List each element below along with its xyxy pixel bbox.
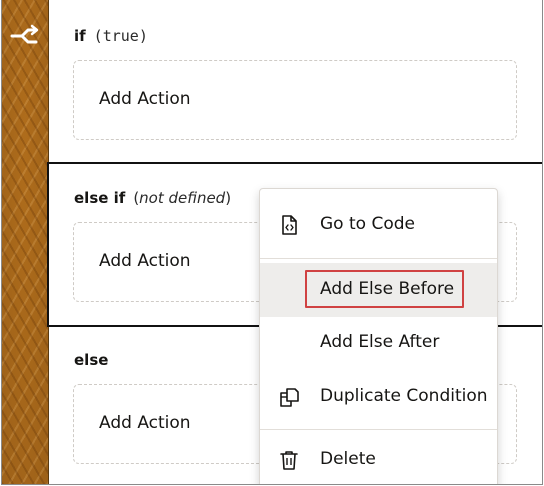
menu-item-label: Add Else Before <box>320 279 455 299</box>
condition-expression[interactable]: (true) <box>94 27 148 45</box>
condition-editor: if (true) Add Action else if (not defined)… <box>1 0 543 485</box>
condition-keyword: if <box>74 27 86 45</box>
menu-divider <box>260 258 497 259</box>
menu-item-add-else-after[interactable]: Add Else After <box>260 319 497 367</box>
menu-divider <box>260 429 497 430</box>
code-file-icon <box>282 215 297 235</box>
menu-item-go-to-code[interactable]: Go to Code <box>260 201 497 249</box>
menu-item-add-else-before[interactable]: Add Else Before <box>260 263 497 317</box>
branch-icon <box>10 24 39 44</box>
condition-rail <box>2 0 49 484</box>
menu-item-duplicate-condition[interactable]: Duplicate Condition <box>260 373 497 421</box>
menu-item-label: Go to Code <box>320 214 415 234</box>
condition-keyword: else <box>74 351 109 369</box>
menu-item-label: Add Else After <box>320 332 440 352</box>
menu-item-label: Duplicate Condition <box>320 386 488 406</box>
else-condition-label[interactable]: else <box>74 351 108 370</box>
duplicate-icon <box>280 388 299 407</box>
add-action-label: Add Action <box>99 413 191 433</box>
menu-item-delete[interactable]: Delete <box>260 436 497 484</box>
context-menu: Go to Code Add Else Before Add Else Afte… <box>259 188 498 484</box>
trash-icon <box>280 451 298 470</box>
if-condition-label[interactable]: if (true) <box>74 27 148 46</box>
add-action-dropzone[interactable]: Add Action <box>73 60 517 140</box>
menu-item-label: Delete <box>320 449 376 469</box>
add-action-label: Add Action <box>99 89 191 109</box>
